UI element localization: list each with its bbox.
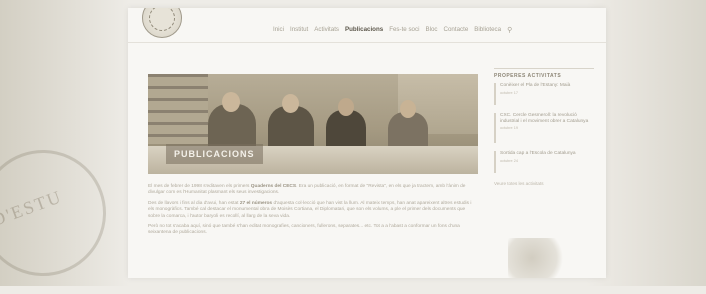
- search-icon[interactable]: ⚲: [507, 26, 512, 34]
- sidebar-image: [508, 238, 568, 278]
- activity-item[interactable]: Sortida cap a l'Escola de Catalunya octu…: [494, 151, 594, 173]
- hero-image: PUBLICACIONS: [148, 74, 478, 174]
- activity-item[interactable]: Conèixer el Pla de l'Estany: Maià octubr…: [494, 83, 594, 105]
- sidebar-title: PROPERES ACTIVITATS: [494, 68, 594, 79]
- paragraph-2: Des de llavors i fins al dia d'avui, han…: [148, 200, 472, 219]
- activity-title[interactable]: Conèixer el Pla de l'Estany: Maià: [500, 83, 570, 89]
- activity-date: octubre 19: [500, 126, 518, 131]
- nav-item-biblioteca[interactable]: Biblioteca: [474, 26, 501, 34]
- stamp-text: D'ESTU: [0, 186, 65, 231]
- hero-title: PUBLICACIONS: [166, 144, 263, 164]
- sidebar-activities: PROPERES ACTIVITATS Conèixer el Pla de l…: [494, 68, 594, 186]
- activity-title[interactable]: CXC. Cercle Gesmeroll: la revolució indu…: [500, 113, 594, 124]
- nav-item-inici[interactable]: Inici: [273, 26, 284, 34]
- see-all-activities-link[interactable]: Veure totes les activitats: [494, 181, 594, 186]
- page-card: Inici Institut Activitats Publicacions F…: [128, 8, 606, 278]
- activity-date: octubre 24: [500, 158, 518, 163]
- site-logo[interactable]: [142, 8, 182, 38]
- paragraph-1: El mes de febrer de 1998 s'editaven els …: [148, 184, 466, 196]
- intro-text: El mes de febrer de 1998 s'editaven els …: [148, 184, 478, 241]
- nav-item-bloc[interactable]: Bloc: [425, 26, 437, 34]
- main-nav: Inici Institut Activitats Publicacions F…: [273, 26, 512, 34]
- activity-date: octubre 17: [500, 90, 518, 95]
- nav-item-fes-te-soci[interactable]: Fes-te soci: [389, 26, 419, 34]
- nav-item-publicacions[interactable]: Publicacions: [345, 26, 383, 34]
- nav-item-contacte[interactable]: Contacte: [444, 26, 469, 34]
- activity-item[interactable]: CXC. Cercle Gesmeroll: la revolució indu…: [494, 113, 594, 143]
- nav-item-activitats[interactable]: Activitats: [314, 26, 339, 34]
- nav-item-institut[interactable]: Institut: [290, 26, 308, 34]
- activity-title[interactable]: Sortida cap a l'Escola de Catalunya: [500, 151, 576, 157]
- paragraph-3: Però no tot s'acaba aquí, sinó que també…: [148, 224, 460, 236]
- header-divider: [128, 42, 606, 43]
